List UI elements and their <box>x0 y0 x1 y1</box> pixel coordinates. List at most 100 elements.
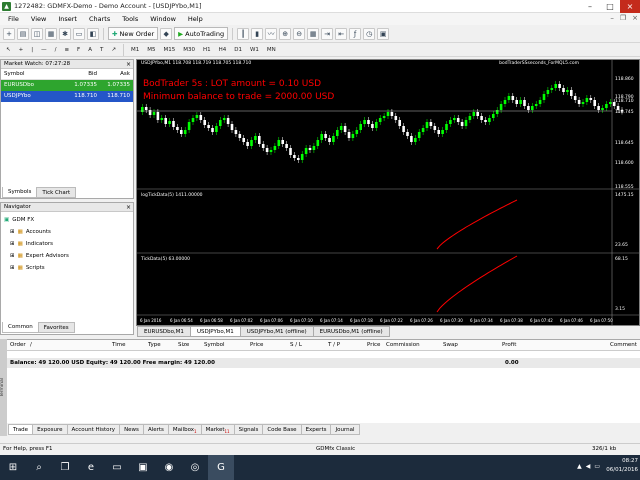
tab-trade[interactable]: Trade <box>8 424 34 435</box>
clock[interactable]: 08:27 06/01/2016 <box>606 457 638 475</box>
child-minimize-icon[interactable]: – <box>610 14 614 22</box>
chart-window[interactable]: 118.860 118.790 118.745 118.710 118.645 118.6… <box>136 59 640 326</box>
child-close-icon[interactable]: × <box>632 14 638 22</box>
timeframe-mn[interactable]: MN <box>264 47 279 53</box>
new-chart-icon[interactable]: + <box>3 27 15 40</box>
tester-icon[interactable]: ◧ <box>87 27 99 40</box>
menu-charts[interactable]: Charts <box>83 15 116 23</box>
col-type[interactable]: Type <box>148 342 161 348</box>
periods-icon[interactable]: ◷ <box>363 27 376 40</box>
menu-help[interactable]: Help <box>182 15 209 23</box>
col-symbol[interactable]: Symbol <box>204 342 225 348</box>
market-watch-icon[interactable]: ◫ <box>31 27 43 40</box>
menu-tools[interactable]: Tools <box>116 15 144 23</box>
tab-exposure[interactable]: Exposure <box>32 424 68 435</box>
tree-item-expert-advisors[interactable]: ⊞ ▦ Expert Advisors <box>4 250 130 262</box>
tree-item-scripts[interactable]: ⊞ ▦ Scripts <box>4 262 130 274</box>
timeframe-w1[interactable]: W1 <box>247 47 262 53</box>
tab-tick-chart[interactable]: Tick Chart <box>36 187 77 198</box>
timeframe-m15[interactable]: M15 <box>160 47 178 53</box>
col-sl[interactable]: S / L <box>290 342 302 348</box>
col-time[interactable]: Time <box>112 342 125 348</box>
channel-icon[interactable]: ≡ <box>61 47 72 53</box>
tab-experts[interactable]: Experts <box>300 424 332 435</box>
tab-favorites[interactable]: Favorites <box>37 322 75 333</box>
vertical-line-icon[interactable]: | <box>28 47 36 53</box>
zoom-out-icon[interactable]: ⊖ <box>293 27 306 40</box>
market-watch-row[interactable]: EURUSDbo 1.07335 1.07335 <box>1 80 133 91</box>
keyboard-icon[interactable]: ▭ <box>594 463 600 470</box>
indicators-icon[interactable]: ƒ <box>349 27 362 40</box>
arrows-icon[interactable]: ↗ <box>108 47 119 53</box>
menu-view[interactable]: View <box>25 15 52 23</box>
balance-row[interactable]: ◉ Balance: 49 120.00 USD Equity: 49 120.… <box>0 358 640 368</box>
col-symbol[interactable]: Symbol <box>1 69 61 79</box>
child-restore-icon[interactable]: ❐ <box>620 14 626 22</box>
label-icon[interactable]: T <box>97 47 106 53</box>
tab-journal[interactable]: Journal <box>330 424 360 435</box>
tab-code-base[interactable]: Code Base <box>262 424 302 435</box>
timeframe-h1[interactable]: H1 <box>200 47 214 53</box>
col-profit[interactable]: Profit <box>502 342 516 348</box>
task-view-icon[interactable]: ❐ <box>52 455 78 480</box>
text-icon[interactable]: A <box>85 47 95 53</box>
close-button[interactable]: × <box>620 0 640 13</box>
close-icon[interactable]: × <box>126 203 131 212</box>
col-price2[interactable]: Price <box>367 342 380 348</box>
zoom-in-icon[interactable]: ⊕ <box>279 27 292 40</box>
cursor-icon[interactable]: ↖ <box>3 47 14 53</box>
close-icon[interactable]: × <box>126 60 131 69</box>
menu-window[interactable]: Window <box>144 15 182 23</box>
candlestick-icon[interactable]: ▮ <box>251 27 264 40</box>
tab-signals[interactable]: Signals <box>233 424 264 435</box>
store-icon[interactable]: ▣ <box>130 455 156 480</box>
col-size[interactable]: Size <box>178 342 189 348</box>
trendline-icon[interactable]: / <box>52 47 60 53</box>
autoscroll-icon[interactable]: ⇥ <box>321 27 334 40</box>
timeframe-d1[interactable]: D1 <box>231 47 245 53</box>
edge-icon[interactable]: e <box>78 455 104 480</box>
metaeditor-icon[interactable]: ◆ <box>160 27 173 40</box>
firefox-icon[interactable]: ◉ <box>156 455 182 480</box>
fibonacci-icon[interactable]: F <box>74 47 83 53</box>
chrome-icon[interactable]: ◎ <box>182 455 208 480</box>
line-chart-icon[interactable]: 〰 <box>265 27 278 40</box>
autotrading-button[interactable]: ▶ AutoTrading <box>174 27 229 40</box>
tab-alerts[interactable]: Alerts <box>142 424 169 435</box>
tab-news[interactable]: News <box>119 424 144 435</box>
search-icon[interactable]: ⌕ <box>26 455 52 480</box>
crosshair-icon[interactable]: + <box>16 47 27 53</box>
tab-common[interactable]: Common <box>2 322 39 333</box>
chart-tab-usdjpy[interactable]: USDJPYbo,M1 <box>189 326 241 337</box>
col-order[interactable]: Order <box>10 342 26 348</box>
volume-icon[interactable]: ◀ <box>586 463 591 470</box>
col-commission[interactable]: Commission <box>386 342 420 348</box>
tab-mailbox[interactable]: Mailbox1 <box>167 424 202 435</box>
terminal-icon[interactable]: ▭ <box>73 27 85 40</box>
col-tp[interactable]: T / P <box>328 342 340 348</box>
col-swap[interactable]: Swap <box>443 342 458 348</box>
navigator-icon[interactable]: ✱ <box>59 27 71 40</box>
file-explorer-icon[interactable]: ▭ <box>104 455 130 480</box>
profiles-icon[interactable]: ▤ <box>17 27 29 40</box>
network-icon[interactable]: ▲ <box>577 463 582 470</box>
tree-item-indicators[interactable]: ⊞ ▦ Indicators <box>4 238 130 250</box>
tree-root[interactable]: ▣ GDM FX <box>4 214 130 226</box>
horizontal-line-icon[interactable]: — <box>38 47 50 53</box>
maximize-button[interactable]: □ <box>600 0 620 13</box>
tile-windows-icon[interactable]: ▦ <box>307 27 320 40</box>
tab-account-history[interactable]: Account History <box>66 424 121 435</box>
market-watch-row[interactable]: USDJPYbo 118.710 118.710 <box>1 91 133 102</box>
chart-tab-eurusd-offline[interactable]: EURUSDbo,M1 (offline) <box>312 326 390 337</box>
chart-tab-eurusd[interactable]: EURUSDbo,M1 <box>137 326 191 337</box>
chart-shift-icon[interactable]: ⇤ <box>335 27 348 40</box>
templates-icon[interactable]: ▣ <box>377 27 390 40</box>
windows-start-icon[interactable]: ⊞ <box>0 455 26 480</box>
timeframe-h4[interactable]: H4 <box>216 47 230 53</box>
col-comment[interactable]: Comment <box>610 342 637 348</box>
col-bid[interactable]: Bid <box>61 69 97 79</box>
data-window-icon[interactable]: ▦ <box>45 27 57 40</box>
timeframe-m30[interactable]: M30 <box>180 47 198 53</box>
menu-file[interactable]: File <box>2 15 25 23</box>
col-price[interactable]: Price <box>250 342 263 348</box>
